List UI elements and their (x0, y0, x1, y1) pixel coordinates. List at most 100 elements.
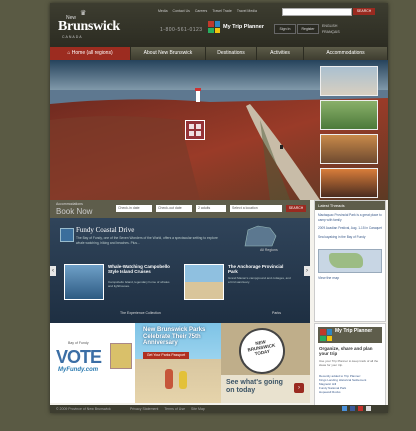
crown-icon: ♛ (80, 10, 87, 17)
footer-link[interactable]: Terms of Use (164, 407, 185, 411)
view-map-link[interactable]: View the map (315, 276, 385, 280)
facebook-icon[interactable] (350, 406, 355, 411)
location-select[interactable]: Select a location (230, 205, 282, 212)
vote-subtitle: MyFundy.com (58, 367, 99, 373)
latest-threads-header: Latest Threads (315, 201, 385, 210)
lang-french[interactable]: FRANÇAIS (322, 30, 340, 34)
hero-banner[interactable] (50, 60, 388, 200)
top-link[interactable]: Travel Media (237, 9, 257, 13)
seven-wonders-badge-icon (110, 343, 132, 369)
featured-desc: The Bay of Fundy, one of the Seven Wonde… (76, 236, 218, 245)
top-links: Media Contact Us Careers Travel Trade Tr… (158, 9, 257, 13)
parks-passport-button[interactable]: Get Your Parks Passport (143, 352, 189, 359)
phone-number: 1-800-561-0123 (160, 27, 203, 33)
footer-link[interactable]: Site Map (191, 407, 205, 411)
all-regions-link[interactable]: All Regions (260, 248, 278, 252)
nb-today-promo[interactable]: NEW BRUNSWICK TODAY See what's going on … (221, 323, 310, 403)
trip-planner-icon (208, 21, 220, 33)
guests-select[interactable]: 2 adults (196, 205, 226, 212)
search-input[interactable] (282, 8, 352, 16)
top-link[interactable]: Careers (195, 9, 207, 13)
top-link[interactable]: Contact Us (173, 9, 190, 13)
parks-title: New Brunswick Parks Celebrate Their 75th… (143, 327, 206, 346)
parks-promo[interactable]: New Brunswick Parks Celebrate Their 75th… (135, 323, 221, 403)
checkin-field[interactable]: Check-in date (116, 205, 152, 212)
latest-threads-panel: Latest Threads Mactaquac Provincial Park… (314, 200, 386, 322)
page: ♛ New Brunswick CANADA Media Contact Us … (50, 3, 388, 413)
hero-thumb[interactable] (320, 168, 378, 198)
trip-planner-header[interactable]: My Trip Planner (318, 327, 382, 343)
booking-bar: Accommodations Book Now Check-in date Ch… (50, 200, 310, 218)
featured-carousel: Fundy Coastal Drive The Bay of Fundy, on… (50, 218, 310, 323)
nav-home-label: Home (all regions) (71, 50, 113, 56)
nav-destinations[interactable]: Destinations (206, 47, 257, 60)
footer: © 2009 Province of New Brunswick Privacy… (50, 405, 388, 413)
carousel-next-icon[interactable]: › (304, 266, 310, 276)
trip-planner-panel: My Trip Planner Organize, share and plan… (314, 323, 386, 407)
trip-planner-title: My Trip Planner (335, 328, 373, 334)
flickr-icon[interactable] (366, 406, 371, 411)
carousel-prev-icon[interactable]: ‹ (50, 266, 56, 276)
trip-planner-icon (320, 329, 332, 341)
trip-planner-desc: Use your Trip Planner to keep track of a… (319, 359, 379, 367)
region-map-icon[interactable] (240, 224, 280, 250)
site-logo[interactable]: ♛ New Brunswick CANADA (58, 10, 120, 39)
nav-accommodations[interactable]: Accommodations (304, 47, 388, 60)
featured-title[interactable]: Fundy Coastal Drive (76, 226, 134, 234)
checkout-field[interactable]: Check-out date (156, 205, 192, 212)
gallery-icon[interactable] (185, 120, 205, 140)
search-button[interactable]: SEARCH (353, 8, 375, 15)
park-card-image[interactable] (184, 264, 224, 300)
trip-planner-links: Recently added to Trip Planner: Kings La… (319, 374, 381, 394)
top-link[interactable]: Media (158, 9, 168, 13)
whale-card-title[interactable]: Whale-Watching Campobello Style Island C… (108, 264, 170, 274)
thread-link[interactable]: 2009 Acadian Festival, Aug. 1-15 in Cara… (318, 226, 382, 231)
whale-card-image[interactable] (64, 264, 104, 300)
vote-top-label: Bay of Fundy (68, 341, 89, 345)
footer-link[interactable]: Privacy Statement (130, 407, 158, 411)
nav-activities[interactable]: Activities (257, 47, 304, 60)
sidebar-map[interactable] (318, 249, 382, 273)
youtube-icon[interactable] (358, 406, 363, 411)
trip-planner-organize: Organize, share and plan your trip (319, 346, 373, 356)
thread-link[interactable]: Mactaquac Provincial Park is a great pla… (318, 213, 382, 222)
hero-thumb[interactable] (320, 134, 378, 164)
social-icons (342, 406, 371, 411)
nav-home[interactable]: ⌂ Home (all regions) (50, 47, 131, 60)
park-card-link[interactable]: Parks (272, 311, 281, 315)
booking-search-button[interactable]: SEARCH (286, 205, 306, 212)
park-card-title[interactable]: The Anchorage Provincial Park (228, 264, 292, 274)
whale-card-desc: Campobello Island, legendary home of wha… (108, 280, 170, 288)
hero-thumb[interactable] (320, 66, 378, 96)
sign-in-button[interactable]: Sign In (274, 24, 296, 34)
register-button[interactable]: Register (297, 24, 319, 34)
logo-name: Brunswick (58, 19, 120, 34)
logo-tagline: CANADA (62, 35, 83, 39)
booking-small-label: Accommodations (56, 202, 83, 206)
copyright: © 2009 Province of New Brunswick (56, 407, 111, 411)
top-link[interactable]: Travel Trade (212, 9, 232, 13)
my-trip-planner-link[interactable]: My Trip Planner (208, 21, 268, 35)
nav-about[interactable]: About New Brunswick (131, 47, 206, 60)
lang-english[interactable]: ENGLISH (322, 24, 337, 28)
booking-title: Book Now (56, 207, 93, 216)
vote-fundy-promo[interactable]: Bay of Fundy VOTE MyFundy.com (50, 323, 135, 403)
hero-thumb[interactable] (320, 100, 378, 130)
nb-today-text: See what's going on today (226, 379, 283, 394)
vote-title: VOTE (56, 347, 102, 367)
arrow-right-icon[interactable]: › (294, 383, 304, 393)
route-icon (60, 228, 74, 242)
twitter-icon[interactable] (342, 406, 347, 411)
thread-link[interactable]: Sea kayaking in the Bay of Fundy (318, 235, 382, 240)
person-figure (165, 369, 173, 389)
header: ♛ New Brunswick CANADA Media Contact Us … (50, 3, 388, 47)
whale-card-link[interactable]: The Experience Collection (120, 311, 161, 315)
nb-today-logo: NEW BRUNSWICK TODAY (235, 324, 289, 378)
main-nav: ⌂ Home (all regions) About New Brunswick… (50, 47, 388, 60)
map-land (329, 253, 363, 268)
trip-planner-link[interactable]: Hopewell Rocks (319, 390, 381, 394)
hero-thumbnails (320, 66, 380, 200)
park-card-desc: Grand Manan's campground and cottages, a… (228, 276, 291, 284)
person-figure (179, 371, 187, 389)
nb-today-text-box: See what's going on today › (221, 375, 310, 403)
